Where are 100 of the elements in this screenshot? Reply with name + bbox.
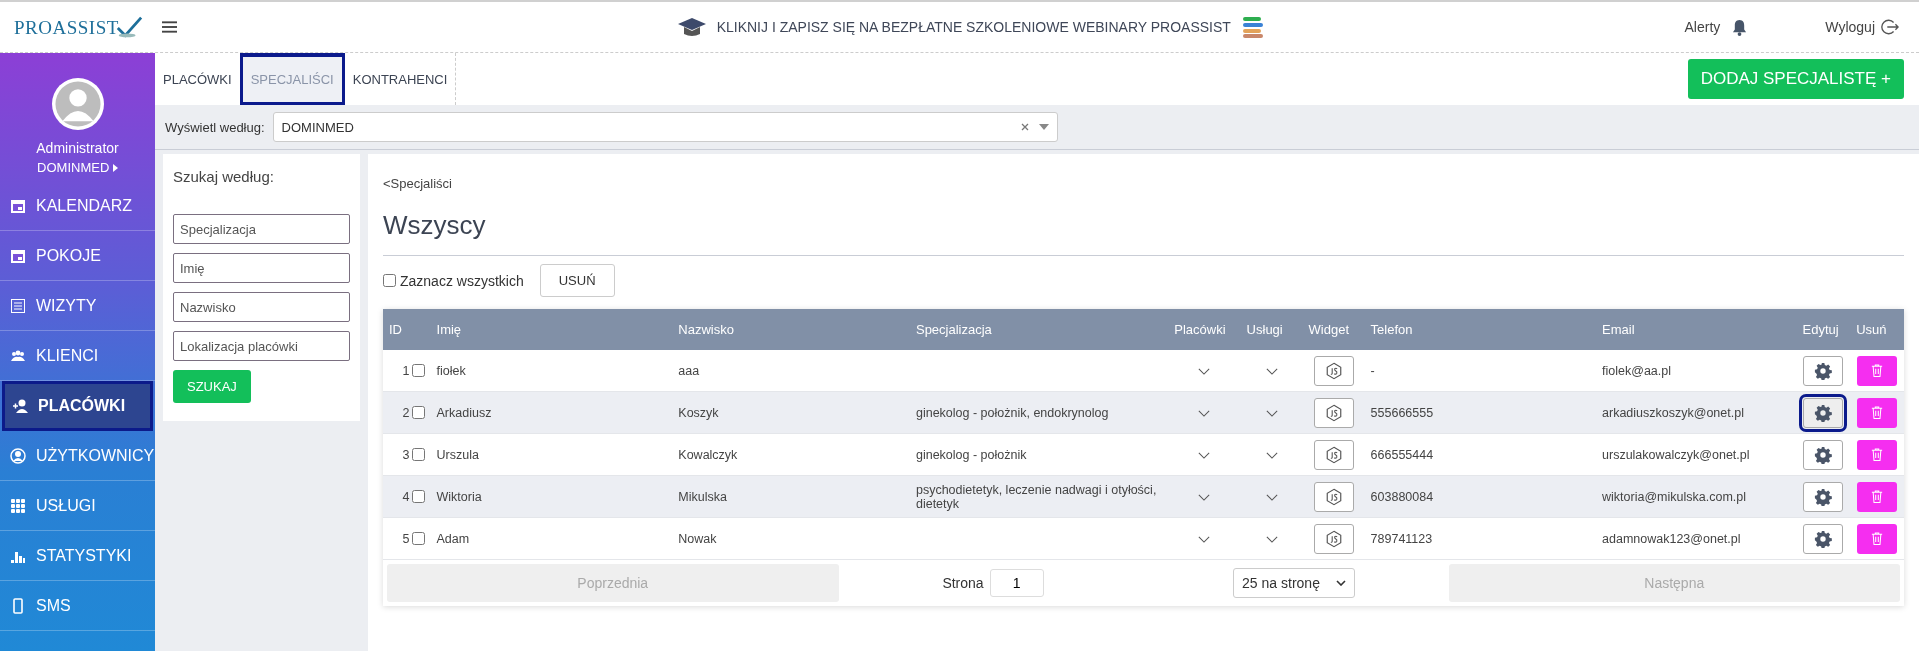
table-cell: - bbox=[1364, 350, 1597, 392]
sidebar-item[interactable]: POKOJE bbox=[0, 231, 155, 281]
table-cell: ginekolog - położnik bbox=[909, 433, 1169, 476]
search-field[interactable]: Nazwisko bbox=[173, 292, 350, 322]
filter-select[interactable]: DOMINMED bbox=[272, 112, 1058, 142]
table-cell: wiktoria@mikulska.com.pl bbox=[1596, 475, 1797, 518]
chevron-down-icon[interactable] bbox=[1265, 409, 1278, 417]
row-checkbox[interactable] bbox=[411, 448, 425, 461]
search-field[interactable]: Specjalizacja bbox=[173, 214, 350, 244]
page-heading: Wszyscy bbox=[383, 210, 487, 241]
widget-button[interactable] bbox=[1313, 481, 1354, 512]
sidebar-item[interactable]: PLACÓWKI bbox=[2, 381, 153, 431]
js-hexagon-icon bbox=[1324, 403, 1343, 422]
page-size-select[interactable]: 25 na stronę bbox=[1233, 568, 1355, 598]
breadcrumb-link[interactable]: <Specjaliści bbox=[383, 176, 452, 191]
bell-icon[interactable] bbox=[1732, 18, 1748, 36]
delete-row-button[interactable] bbox=[1857, 355, 1898, 386]
delete-row-button[interactable] bbox=[1857, 481, 1898, 512]
sidebar-item[interactable]: STATYSTYKI bbox=[0, 531, 155, 581]
table-cell: Koszyk bbox=[672, 391, 910, 434]
chevron-down-icon[interactable] bbox=[1265, 535, 1278, 543]
settings-icon bbox=[1814, 445, 1833, 464]
row-checkbox[interactable] bbox=[411, 532, 425, 545]
column-header: Imię bbox=[430, 309, 673, 350]
sidebar-item[interactable]: UŻYTKOWNICY bbox=[0, 431, 155, 481]
trash-icon bbox=[1871, 405, 1884, 420]
chevron-down-icon[interactable] bbox=[1198, 409, 1211, 417]
logout-link[interactable]: Wyloguj bbox=[1825, 19, 1875, 35]
webinar-link[interactable]: KLIKNIJ I ZAPISZ SIĘ NA BEZPŁATNE SZKOLENIOWE WEBINARY PROASSIST bbox=[716, 19, 1231, 35]
table-cell: arkadiuszkoszyk@onet.pl bbox=[1596, 391, 1797, 434]
delete-row-button[interactable] bbox=[1857, 439, 1898, 470]
table-cell: adamnowak123@onet.pl bbox=[1596, 517, 1797, 560]
sidebar-item[interactable]: WIZYTY bbox=[0, 281, 155, 331]
column-header: Specjalizacja bbox=[909, 309, 1169, 350]
widget-button[interactable] bbox=[1313, 397, 1354, 428]
row-id: 3 bbox=[402, 447, 410, 462]
row-checkbox[interactable] bbox=[411, 406, 425, 419]
tab[interactable]: PLACÓWKI bbox=[155, 53, 240, 105]
widget-button[interactable] bbox=[1313, 439, 1354, 470]
settings-icon bbox=[1814, 403, 1833, 422]
table-cell: fiołek bbox=[430, 350, 673, 392]
clear-icon[interactable] bbox=[1020, 123, 1029, 131]
table-cell: fiolek@aa.pl bbox=[1596, 350, 1797, 392]
table-cell: Nowak bbox=[672, 517, 910, 560]
chevron-down-icon[interactable] bbox=[1198, 535, 1211, 543]
edit-button[interactable] bbox=[1803, 355, 1844, 386]
chevron-down-icon[interactable] bbox=[1265, 451, 1278, 459]
edit-button[interactable] bbox=[1803, 439, 1844, 470]
company-link[interactable]: DOMINMED bbox=[37, 160, 118, 175]
logo[interactable]: PROASSIST bbox=[14, 15, 154, 39]
column-header: Widget bbox=[1302, 309, 1365, 350]
list-icon bbox=[10, 297, 26, 314]
table-cell: 789741123 bbox=[1364, 517, 1597, 560]
select-all-checkbox[interactable] bbox=[383, 274, 396, 287]
column-header: Telefon bbox=[1364, 309, 1597, 350]
chevron-down-icon[interactable] bbox=[1198, 493, 1211, 501]
menu-icon[interactable] bbox=[162, 21, 177, 33]
sidebar-item[interactable]: KALENDARZ bbox=[0, 181, 155, 231]
user-circle-icon bbox=[10, 447, 26, 464]
js-hexagon-icon bbox=[1324, 487, 1343, 506]
table-cell: Wiktoria bbox=[430, 475, 673, 518]
chevron-down-icon bbox=[1335, 580, 1346, 586]
page-input[interactable]: 1 bbox=[989, 569, 1044, 597]
js-hexagon-icon bbox=[1324, 529, 1343, 548]
chevron-down-icon[interactable] bbox=[1198, 367, 1211, 375]
row-checkbox[interactable] bbox=[411, 364, 425, 377]
row-id: 4 bbox=[402, 489, 410, 504]
calendar-icon bbox=[10, 197, 26, 214]
caret-down-icon[interactable] bbox=[1038, 124, 1049, 130]
edit-button[interactable] bbox=[1803, 523, 1844, 554]
chevron-down-icon[interactable] bbox=[1265, 367, 1278, 375]
sidebar-item[interactable]: USŁUGI bbox=[0, 481, 155, 531]
tab[interactable]: KONTRAHENCI bbox=[344, 53, 456, 105]
sidebar-item[interactable]: SMS bbox=[0, 581, 155, 631]
books-icon bbox=[1240, 15, 1265, 39]
row-checkbox[interactable] bbox=[411, 490, 425, 503]
delete-button[interactable]: USUŃ bbox=[539, 264, 615, 297]
js-hexagon-icon bbox=[1324, 361, 1343, 380]
chevron-down-icon[interactable] bbox=[1198, 451, 1211, 459]
table-cell: Mikulska bbox=[672, 475, 910, 518]
delete-row-button[interactable] bbox=[1857, 397, 1898, 428]
row-id: 1 bbox=[402, 363, 410, 378]
column-header: Placówki bbox=[1168, 309, 1241, 350]
edit-button[interactable] bbox=[1803, 481, 1844, 512]
column-header: ID bbox=[383, 309, 431, 350]
widget-button[interactable] bbox=[1313, 355, 1354, 386]
widget-button[interactable] bbox=[1313, 523, 1354, 554]
add-user-icon bbox=[12, 397, 28, 414]
row-id: 2 bbox=[402, 405, 410, 420]
graduation-cap-icon bbox=[676, 16, 707, 38]
search-field[interactable]: Lokalizacja placówki bbox=[173, 331, 350, 361]
chevron-down-icon[interactable] bbox=[1265, 493, 1278, 501]
logout-icon[interactable] bbox=[1881, 18, 1899, 36]
column-header: Nazwisko bbox=[672, 309, 910, 350]
column-header: Usuń bbox=[1850, 309, 1904, 350]
table-cell: Arkadiusz bbox=[430, 391, 673, 434]
table-cell: aaa bbox=[672, 350, 910, 392]
search-field[interactable]: Imię bbox=[173, 253, 350, 283]
delete-row-button[interactable] bbox=[1857, 523, 1898, 554]
alerts-link[interactable]: Alerty bbox=[1684, 19, 1721, 35]
